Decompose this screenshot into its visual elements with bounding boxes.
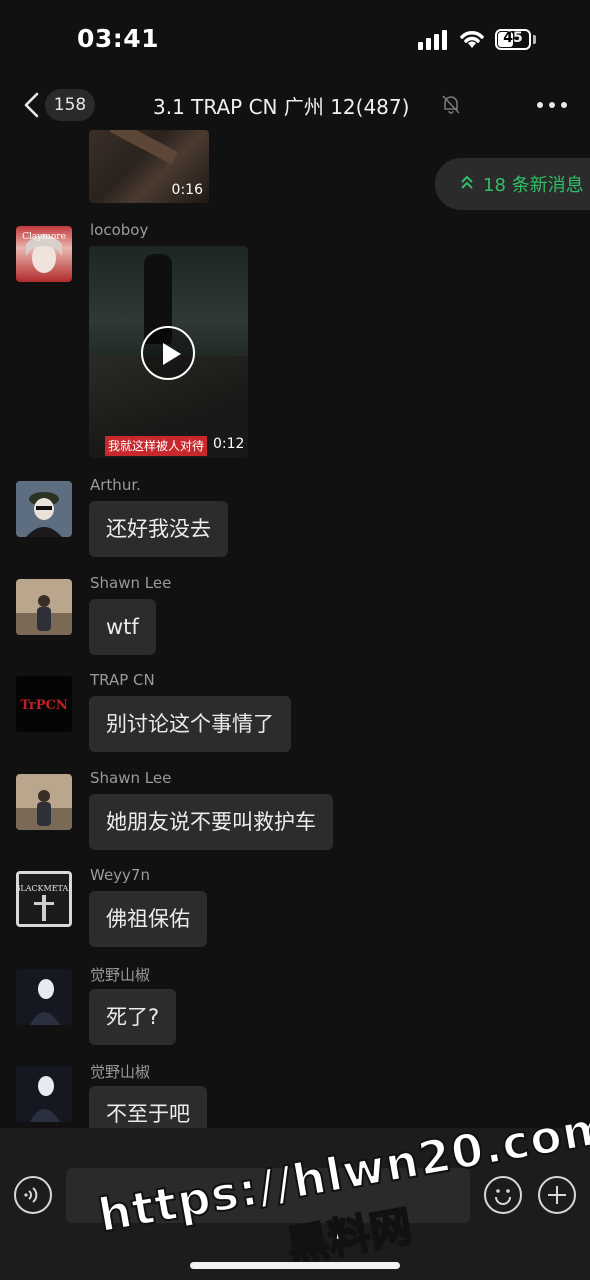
sender-name: Shawn Lee: [90, 574, 172, 592]
message-item: 觉野山椒 不至于吧: [0, 1061, 590, 1128]
cellular-signal-icon: [418, 30, 448, 50]
message-item: Claymore locoboy 我就这样被人对待 0:12: [0, 221, 590, 461]
message-item: Shawn Lee 她朋友说不要叫救护车: [0, 769, 590, 859]
message-list[interactable]: 0:16 Claymore locoboy 我就这样被人对待 0:12 Arth…: [0, 130, 590, 1128]
wifi-icon: [460, 31, 484, 48]
emoji-icon[interactable]: [484, 1176, 522, 1214]
sender-name: Arthur.: [90, 476, 141, 494]
video-caption: 我就这样被人对待: [105, 436, 208, 456]
message-item: Shawn Lee wtf: [0, 574, 590, 664]
sender-name: 觉野山椒: [90, 1063, 151, 1081]
sender-name: Shawn Lee: [90, 769, 172, 787]
new-messages-label: 18 条新消息: [483, 175, 584, 196]
sender-name: Weyy7n: [90, 866, 150, 884]
more-options-icon[interactable]: [537, 100, 567, 110]
back-unread-count[interactable]: 158: [45, 89, 95, 121]
message-item: Arthur. 还好我没去: [0, 476, 590, 566]
back-chevron-icon[interactable]: [20, 91, 44, 119]
message-bubble[interactable]: 不至于吧: [89, 1086, 207, 1128]
message-bubble[interactable]: 死了?: [89, 989, 177, 1045]
avatar[interactable]: BLACKMETAL: [16, 871, 72, 927]
message-input[interactable]: [66, 1168, 470, 1223]
avatar[interactable]: TrPCN: [16, 676, 72, 732]
message-bubble[interactable]: 还好我没去: [89, 501, 228, 557]
add-attachment-icon[interactable]: [538, 1176, 576, 1214]
video-message-thumbnail[interactable]: 我就这样被人对待 0:12: [89, 246, 248, 458]
message-bubble[interactable]: 别讨论这个事情了: [89, 696, 291, 752]
svg-text:TrPCN: TrPCN: [20, 698, 68, 713]
battery-tip: [533, 35, 536, 44]
chat-title[interactable]: 3.1 TRAP CN 广州 12(487): [153, 91, 409, 120]
status-bar: 03:41 45: [0, 0, 590, 80]
message-item: TrPCN TRAP CN 别讨论这个事情了: [0, 671, 590, 761]
message-bubble[interactable]: wtf: [89, 599, 156, 655]
voice-input-icon[interactable]: [14, 1176, 52, 1214]
chat-header: 158 3.1 TRAP CN 广州 12(487): [0, 80, 590, 130]
new-messages-button[interactable]: 18 条新消息: [435, 158, 590, 210]
video-duration: 0:16: [171, 182, 203, 198]
avatar[interactable]: [16, 1066, 72, 1122]
sender-name: 觉野山椒: [90, 966, 151, 984]
battery-icon: 45: [495, 29, 531, 50]
avatar[interactable]: Claymore: [16, 226, 72, 282]
double-chevron-up-icon: [461, 175, 473, 189]
svg-text:BLACKMETAL: BLACKMETAL: [16, 884, 72, 893]
avatar[interactable]: [16, 969, 72, 1025]
play-icon[interactable]: [141, 326, 195, 380]
input-bar: [0, 1128, 590, 1280]
home-indicator[interactable]: [190, 1262, 400, 1269]
video-message-thumbnail[interactable]: 0:16: [89, 130, 209, 203]
video-duration: 0:12: [213, 436, 245, 452]
sender-name: locoboy: [90, 221, 149, 239]
message-item: BLACKMETAL Weyy7n 佛祖保佑: [0, 866, 590, 956]
message-bubble[interactable]: 佛祖保佑: [89, 891, 207, 947]
status-time: 03:41: [77, 24, 160, 53]
avatar[interactable]: [16, 481, 72, 537]
svg-text:Claymore: Claymore: [22, 232, 66, 242]
avatar[interactable]: [16, 579, 72, 635]
message-item: 觉野山椒 死了?: [0, 964, 590, 1054]
battery-level: 45: [503, 30, 523, 46]
avatar[interactable]: [16, 774, 72, 830]
mute-bell-icon: [442, 95, 460, 114]
message-bubble[interactable]: 她朋友说不要叫救护车: [89, 794, 333, 850]
sender-name: TRAP CN: [90, 671, 155, 689]
